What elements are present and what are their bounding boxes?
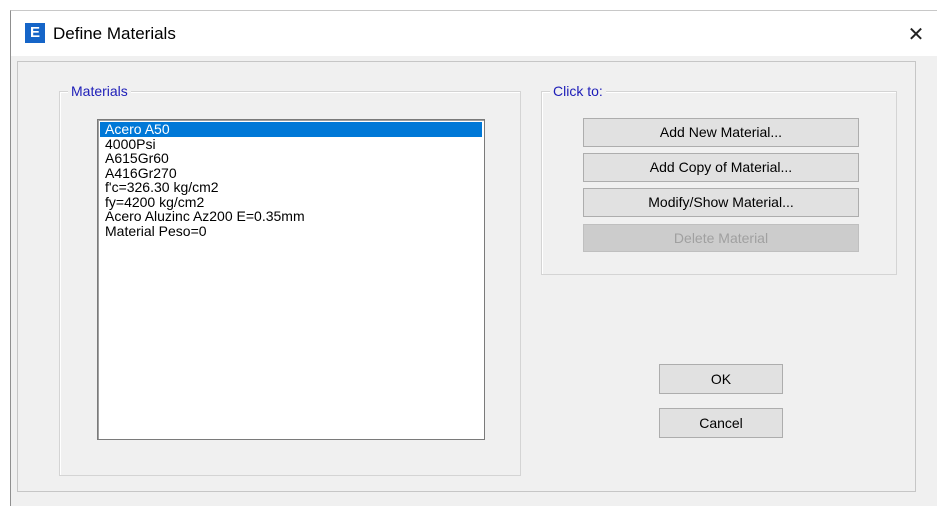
list-item-material[interactable]: Material Peso=0 — [100, 223, 482, 239]
ok-button[interactable]: OK — [659, 364, 783, 394]
modify-show-material-button[interactable]: Modify/Show Material... — [583, 188, 859, 217]
add-copy-of-material-label: Add Copy of Material... — [649, 159, 793, 175]
modify-show-material-label: Modify/Show Material... — [648, 194, 794, 210]
add-new-material-button[interactable]: Add New Material... — [583, 118, 859, 147]
delete-material-label: Delete Material — [673, 230, 769, 246]
list-item-material[interactable]: f'c=326.30 kg/cm2 — [100, 180, 482, 195]
ok-label: OK — [710, 371, 732, 387]
list-item-material[interactable]: Acero A50 — [100, 122, 482, 137]
list-item-material[interactable]: 4000Psi — [100, 136, 482, 152]
list-item-material[interactable]: fy=4200 kg/cm2 — [100, 194, 482, 210]
add-copy-of-material-button[interactable]: Add Copy of Material... — [583, 153, 859, 182]
app-icon: E — [25, 23, 45, 43]
delete-material-button[interactable]: Delete Material — [583, 224, 859, 252]
close-icon[interactable]: ✕ — [904, 22, 928, 46]
materials-group-label: Materials — [68, 83, 131, 99]
cancel-label: Cancel — [699, 415, 743, 431]
title-bar[interactable]: E Define Materials ✕ — [11, 11, 937, 56]
list-item-material[interactable]: A615Gr60 — [100, 151, 482, 166]
cancel-button[interactable]: Cancel — [659, 408, 783, 438]
click-to-group-label: Click to: — [550, 83, 606, 99]
add-new-material-label: Add New Material... — [659, 124, 783, 140]
list-item-material[interactable]: Acero Aluzinc Az200 E=0.35mm — [100, 209, 482, 224]
materials-listbox[interactable]: Acero A50 4000Psi A615Gr60 A416Gr270 f'c… — [97, 119, 485, 440]
list-item-material[interactable]: A416Gr270 — [100, 165, 482, 181]
window-title: Define Materials — [53, 24, 176, 43]
